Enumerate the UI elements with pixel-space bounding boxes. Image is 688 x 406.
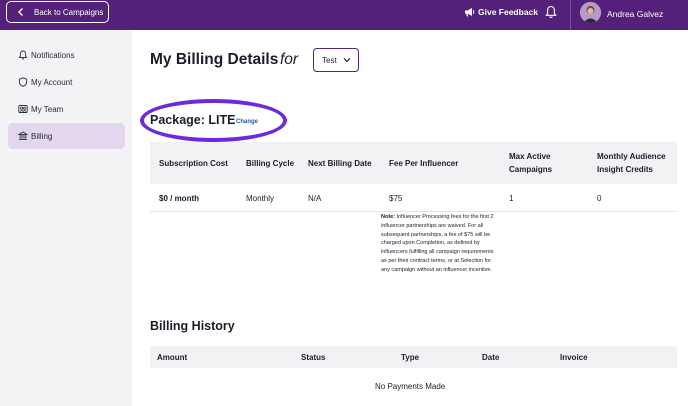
table-cell: $75 (389, 194, 403, 203)
back-button-label: Back to Campaigns (34, 8, 104, 17)
empty-state-text: No Payments Made (375, 382, 446, 391)
billing-table-header: Subscription Cost Billing Cycle Next Bil… (150, 142, 677, 184)
chevron-down-icon (343, 57, 351, 63)
column-header: Billing Cycle (246, 159, 295, 168)
topbar-divider (570, 0, 571, 30)
history-table-header: Amount Status Type Date Invoice (150, 346, 677, 368)
give-feedback-label: Give Feedback (478, 7, 539, 17)
column-header: Fee Per Influencer (389, 159, 459, 168)
column-header: Max Active Campaigns (509, 152, 553, 174)
sidebar-item-label: Billing (31, 132, 53, 141)
column-header: Monthly Audience Insight Credits (597, 152, 666, 174)
package-title: Package: LITE (150, 113, 236, 127)
megaphone-icon (465, 8, 475, 17)
bank-icon (18, 131, 28, 141)
notification-bell-icon[interactable] (545, 5, 557, 19)
sidebar-item-label: My Account (31, 78, 73, 87)
main-content: My Billing Details for Test Package: LIT… (132, 30, 688, 406)
sidebar-item-my-account[interactable]: My Account (8, 69, 125, 95)
page-title-for: for (280, 51, 299, 68)
page-title: My Billing Details (150, 51, 279, 68)
bell-icon (18, 50, 28, 60)
column-header: Amount (157, 353, 188, 362)
column-header: Subscription Cost (159, 159, 228, 168)
sidebar-item-notifications[interactable]: Notifications (8, 42, 125, 68)
column-header: Invoice (560, 353, 588, 362)
sidebar-item-billing[interactable]: Billing (8, 123, 125, 149)
back-to-campaigns-button[interactable]: Back to Campaigns (6, 1, 109, 23)
sidebar-item-label: Notifications (31, 51, 75, 60)
fee-note: Note: Influencer Processing fees for the… (381, 213, 499, 275)
chevron-left-icon (18, 8, 23, 16)
change-package-link[interactable]: Change (236, 119, 258, 125)
table-cell: 0 (597, 194, 602, 203)
sidebar-item-label: My Team (31, 105, 64, 114)
table-cell: N/A (308, 194, 322, 203)
column-header: Type (401, 353, 420, 362)
avatar-image (580, 2, 601, 23)
team-icon (18, 105, 28, 113)
column-header: Next Billing Date (308, 159, 372, 168)
column-header: Status (301, 353, 326, 362)
avatar[interactable] (580, 2, 601, 23)
table-cell: Monthly (246, 194, 275, 203)
fee-note-label: Note: (381, 214, 396, 220)
sidebar: Notifications My Account My Team Billing (0, 30, 132, 406)
sidebar-item-my-team[interactable]: My Team (8, 96, 125, 122)
give-feedback-button[interactable]: Give Feedback (464, 7, 538, 17)
shield-icon (18, 77, 28, 87)
column-header: Date (482, 353, 500, 362)
table-cell: $0 / month (159, 194, 200, 203)
top-bar: Back to Campaigns Give Feedback Andrea G… (0, 0, 688, 30)
campaign-select[interactable]: Test (313, 48, 359, 72)
user-name[interactable]: Andrea Galvez (607, 9, 663, 19)
billing-history-title: Billing History (150, 319, 235, 333)
campaign-select-value: Test (322, 56, 337, 65)
table-cell: 1 (509, 194, 514, 203)
fee-note-text: Influencer Processing fees for the first… (381, 214, 494, 273)
table-row: $0 / month Monthly N/A $75 1 0 (150, 184, 677, 212)
